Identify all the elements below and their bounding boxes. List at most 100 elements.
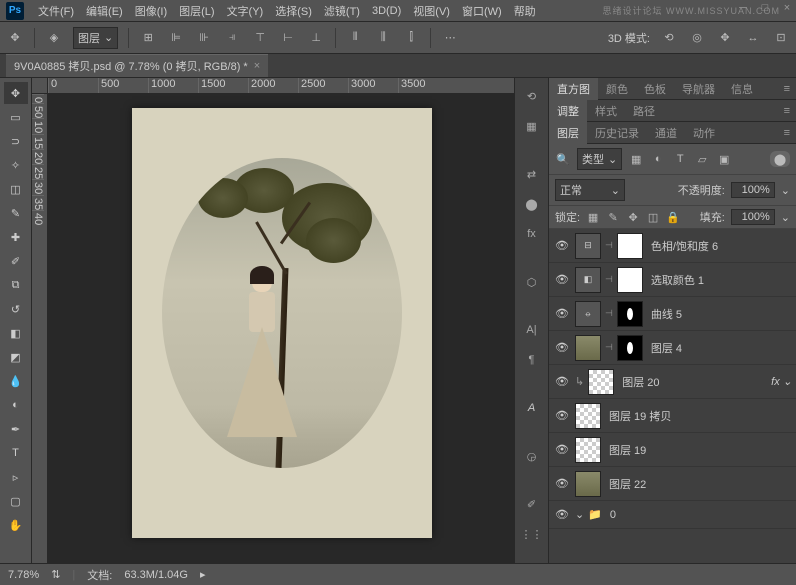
3d-orbit-icon[interactable]: ⟲ — [660, 29, 678, 47]
filter-shape-icon[interactable]: ▱ — [694, 151, 710, 167]
link-icon[interactable]: ⊣ — [605, 240, 613, 251]
tab-info[interactable]: 信息 — [723, 78, 761, 100]
layer-name[interactable]: 图层 20 — [618, 374, 767, 390]
eyedropper-tool[interactable]: ✎ — [4, 202, 28, 224]
tab-swatches[interactable]: 色板 — [636, 78, 674, 100]
layer-name[interactable]: 图层 22 — [605, 476, 792, 492]
filter-smart-icon[interactable]: ▣ — [716, 151, 732, 167]
fx-badge[interactable]: fx ⌄ — [771, 375, 792, 388]
distribute-h-icon[interactable]: ⫴ — [346, 29, 364, 47]
visibility-toggle-icon[interactable]: 👁 — [553, 307, 571, 320]
zoom-level[interactable]: 7.78% — [8, 569, 39, 581]
filter-adjust-icon[interactable]: ◐ — [650, 151, 666, 167]
properties-panel-icon[interactable]: ⇄ — [520, 162, 544, 186]
layer-mask-thumb[interactable] — [617, 233, 643, 259]
window-maximize-icon[interactable]: □ — [758, 2, 772, 14]
more-icon[interactable]: ⋯ — [441, 29, 459, 47]
layer-row[interactable]: 👁 图层 22 — [549, 467, 796, 501]
ruler-vertical[interactable]: 05010152025303540 — [32, 94, 48, 563]
align-center-h-icon[interactable]: ⊪ — [195, 29, 213, 47]
glyphs-panel-icon[interactable]: A — [520, 396, 544, 420]
menu-image[interactable]: 图像(I) — [129, 1, 173, 21]
tab-histogram[interactable]: 直方图 — [549, 78, 598, 100]
canvas-area[interactable]: 0500100015002000250030003500 05010152025… — [32, 78, 514, 563]
menu-file[interactable]: 文件(F) — [32, 1, 80, 21]
menu-type[interactable]: 文字(Y) — [221, 1, 270, 21]
tab-actions[interactable]: 动作 — [685, 122, 723, 144]
adjustment-thumb[interactable]: ⊟ — [575, 233, 601, 259]
visibility-toggle-icon[interactable]: 👁 — [553, 477, 571, 490]
layer-thumb[interactable] — [575, 403, 601, 429]
align-top-icon[interactable]: ⊤ — [251, 29, 269, 47]
lasso-tool[interactable]: ⊃ — [4, 130, 28, 152]
layer-name[interactable]: 图层 19 拷贝 — [605, 408, 792, 424]
history-panel-icon[interactable]: ⟲ — [520, 84, 544, 108]
layer-group-row[interactable]: 👁 ⌄ 📁 0 — [549, 501, 796, 529]
group-name[interactable]: 0 — [606, 509, 792, 521]
distribute-v-icon[interactable]: ⫼ — [374, 29, 392, 47]
move-tool[interactable]: ✥ — [4, 82, 28, 104]
ruler-origin[interactable] — [32, 78, 48, 94]
hand-tool[interactable]: ✋ — [4, 514, 28, 536]
visibility-toggle-icon[interactable]: 👁 — [553, 239, 571, 252]
lock-all-icon[interactable]: 🔒 — [666, 211, 680, 224]
fill-input[interactable]: 100% — [731, 209, 775, 225]
3d-slide-icon[interactable]: ↔ — [744, 29, 762, 47]
layer-row[interactable]: 👁 图层 19 拷贝 — [549, 399, 796, 433]
document-tab[interactable]: 9V0A0885 拷贝.psd @ 7.78% (0 拷贝, RGB/8) * … — [6, 54, 268, 77]
panel-menu-icon[interactable]: ≡ — [778, 127, 796, 139]
layer-thumb[interactable] — [575, 437, 601, 463]
lock-transparency-icon[interactable]: ▦ — [586, 211, 600, 224]
history-brush-tool[interactable]: ↺ — [4, 298, 28, 320]
paragraph-panel-icon[interactable]: ¶ — [520, 348, 544, 372]
filter-type-dropdown[interactable]: 类型⌄ — [577, 148, 622, 170]
dodge-tool[interactable]: ◐ — [4, 394, 28, 416]
lock-position-icon[interactable]: ✥ — [626, 211, 640, 224]
align-middle-icon[interactable]: ⊢ — [279, 29, 297, 47]
zoom-stepper-icon[interactable]: ⇅ — [51, 568, 60, 581]
tab-channels[interactable]: 通道 — [647, 122, 685, 144]
layer-name[interactable]: 曲线 5 — [647, 306, 792, 322]
visibility-toggle-icon[interactable]: 👁 — [553, 443, 571, 456]
3d-roll-icon[interactable]: ◎ — [688, 29, 706, 47]
visibility-toggle-icon[interactable]: 👁 — [553, 375, 571, 388]
clone-tool[interactable]: ⧉ — [4, 274, 28, 296]
opacity-input[interactable]: 100% — [731, 182, 775, 198]
brushes-panel-icon[interactable]: ⋮⋮ — [520, 522, 544, 546]
status-menu-icon[interactable]: ▸ — [200, 568, 206, 581]
3d-pan-icon[interactable]: ✥ — [716, 29, 734, 47]
tab-history[interactable]: 历史记录 — [587, 122, 647, 144]
pen-tool[interactable]: ✒ — [4, 418, 28, 440]
layer-thumb[interactable] — [588, 369, 614, 395]
styles-panel-icon[interactable]: fx — [520, 222, 544, 246]
filter-toggle[interactable]: ⬤ — [770, 151, 790, 167]
layer-name[interactable]: 色相/饱和度 6 — [647, 238, 792, 254]
layer-name[interactable]: 图层 4 — [647, 340, 792, 356]
align-right-icon[interactable]: ⫣ — [223, 29, 241, 47]
marquee-tool[interactable]: ▭ — [4, 106, 28, 128]
menu-filter[interactable]: 滤镜(T) — [318, 1, 366, 21]
layer-row[interactable]: 👁 ↳ 图层 20 fx ⌄ — [549, 365, 796, 399]
tab-layers[interactable]: 图层 — [549, 122, 587, 144]
actions-panel-icon[interactable]: ▦ — [520, 114, 544, 138]
move-tool-icon[interactable]: ✥ — [6, 29, 24, 47]
layer-thumb[interactable] — [575, 471, 601, 497]
menu-help[interactable]: 帮助 — [508, 1, 542, 21]
menu-3d[interactable]: 3D(D) — [366, 3, 407, 19]
tab-navigator[interactable]: 导航器 — [674, 78, 723, 100]
layer-name[interactable]: 选取颜色 1 — [647, 272, 792, 288]
filter-pixel-icon[interactable]: ▦ — [628, 151, 644, 167]
filter-type-icon[interactable]: T — [672, 151, 688, 167]
rectangle-tool[interactable]: ▢ — [4, 490, 28, 512]
brush-tool[interactable]: ✐ — [4, 250, 28, 272]
blend-mode-dropdown[interactable]: 正常⌄ — [555, 179, 625, 201]
artboard[interactable] — [132, 108, 432, 538]
layer-row[interactable]: 👁 图层 19 — [549, 433, 796, 467]
tab-color[interactable]: 颜色 — [598, 78, 636, 100]
chevron-down-icon[interactable]: ⌄ — [781, 211, 790, 224]
eraser-tool[interactable]: ◧ — [4, 322, 28, 344]
tab-close-icon[interactable]: × — [254, 60, 260, 72]
link-icon[interactable]: ⊣ — [605, 274, 613, 285]
blur-tool[interactable]: 💧 — [4, 370, 28, 392]
layer-row[interactable]: 👁 ⊣ 图层 4 — [549, 331, 796, 365]
